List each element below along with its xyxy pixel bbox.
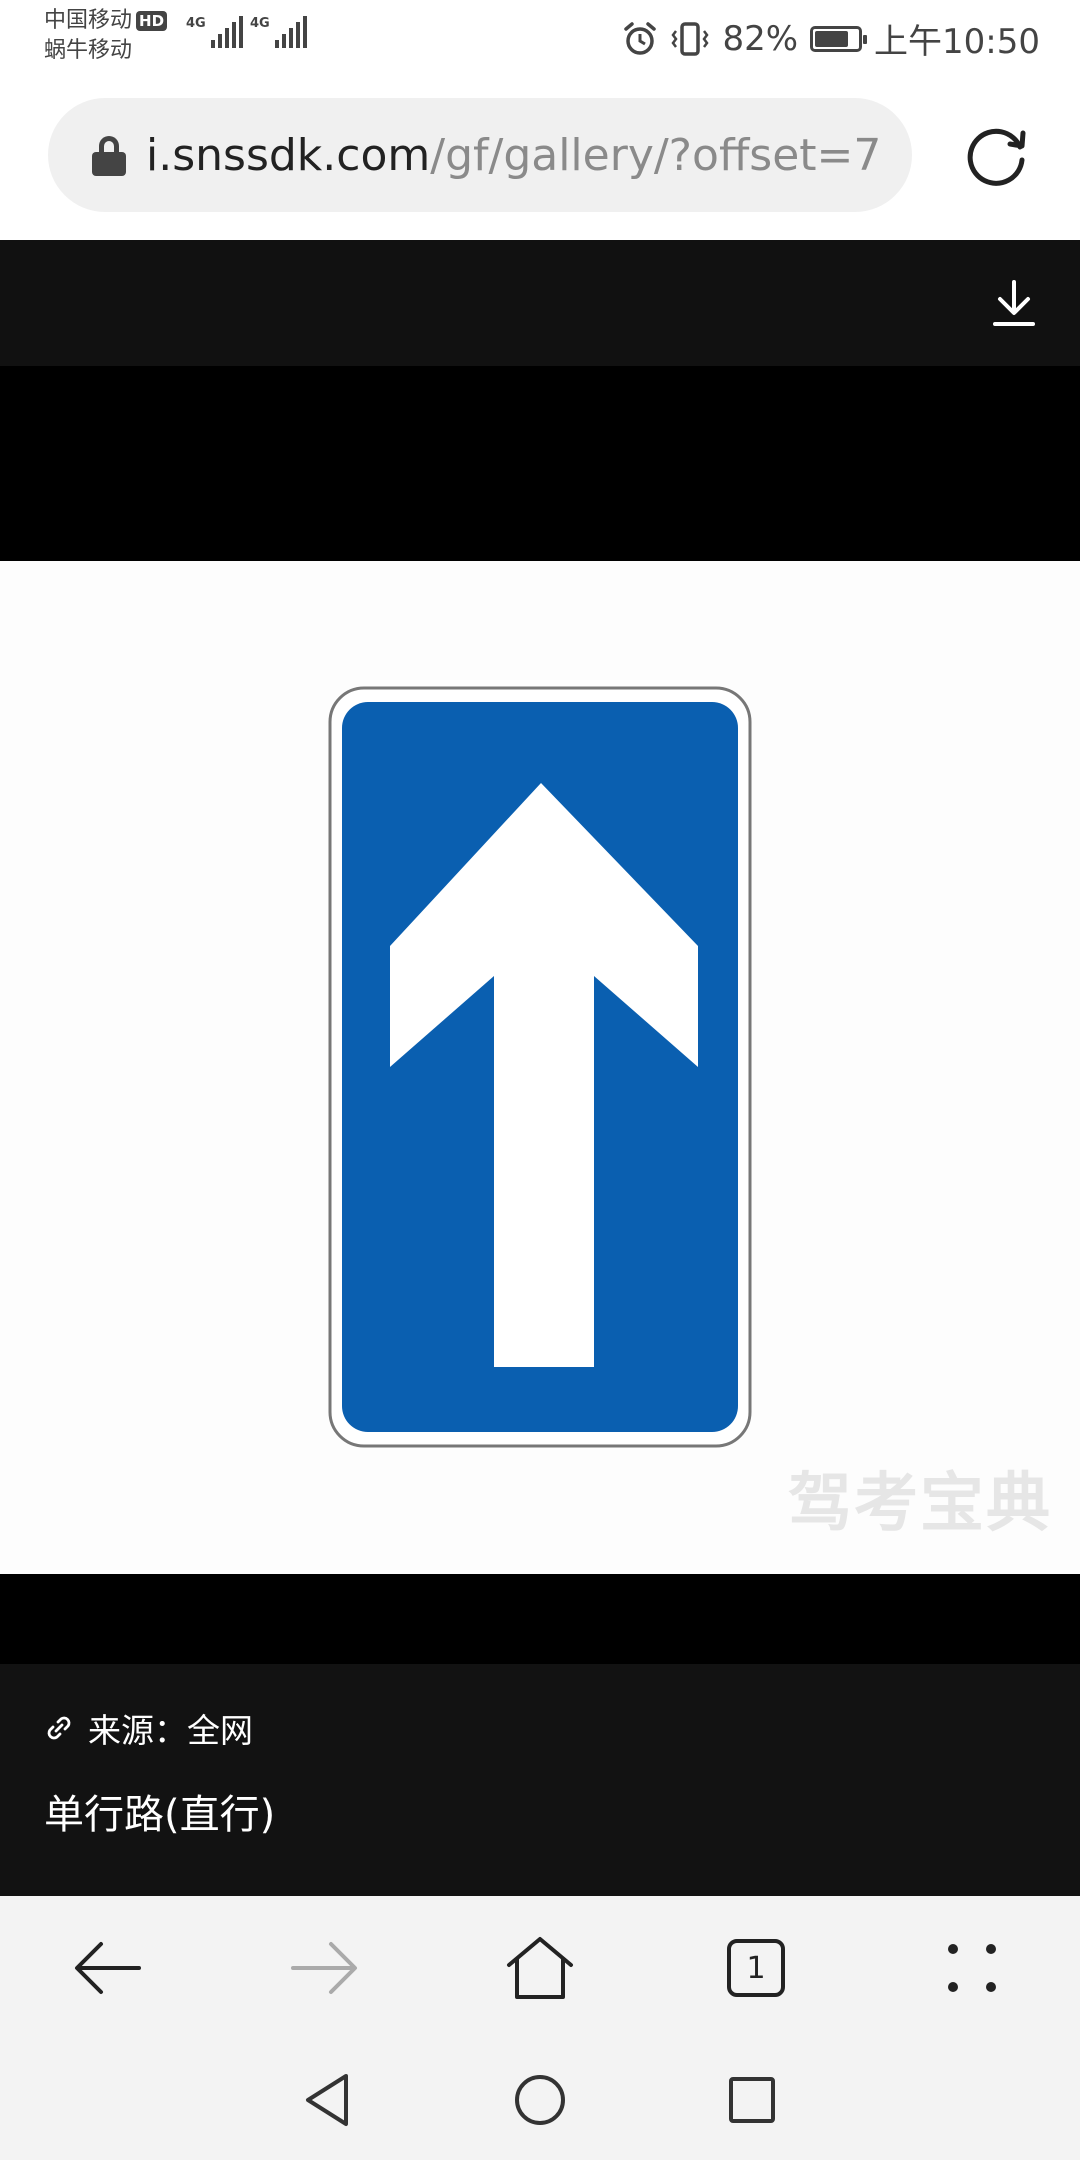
watermark: 驾考宝典 bbox=[788, 1467, 1052, 1541]
one-way-straight-sign-icon bbox=[328, 686, 752, 1448]
triangle-back-icon bbox=[306, 2074, 348, 2126]
vibrate-icon bbox=[671, 21, 709, 56]
carrier-info: 中国移动 HD 蜗牛移动 bbox=[44, 6, 168, 66]
menu-dots-icon bbox=[948, 1944, 996, 1992]
home-button[interactable] bbox=[490, 1918, 590, 2018]
browser-navigation-bar: 1 bbox=[0, 1896, 1080, 2040]
tabs-button[interactable]: 1 bbox=[706, 1918, 806, 2018]
gallery-image[interactable]: 驾考宝典 bbox=[0, 561, 1080, 1574]
url-path: /gf/gallery/?offset=7 bbox=[430, 129, 882, 181]
url-text: i.snssdk.com/gf/gallery/?offset=7 bbox=[146, 130, 881, 181]
network-type-1: 4G bbox=[186, 16, 206, 31]
network-type-2: 4G bbox=[250, 16, 270, 31]
status-bar: 中国移动 HD 蜗牛移动 4G 4G 82% 上午10:50 bbox=[0, 0, 1080, 80]
hd-badge: HD bbox=[136, 11, 168, 31]
menu-button[interactable] bbox=[922, 1918, 1022, 2018]
status-right: 82% 上午10:50 bbox=[622, 14, 1040, 63]
browser-address-bar: i.snssdk.com/gf/gallery/?offset=7 bbox=[0, 80, 1080, 240]
forward-arrow-icon bbox=[291, 1942, 357, 1994]
gallery-toolbar bbox=[0, 240, 1080, 366]
tab-count: 1 bbox=[727, 1939, 785, 1997]
battery-percent: 82% bbox=[722, 18, 799, 59]
image-caption: 来源：全网 单行路(直行) bbox=[0, 1664, 1080, 1896]
system-recents-button[interactable] bbox=[716, 2064, 788, 2136]
carrier-secondary: 蜗牛移动 bbox=[44, 38, 133, 63]
image-title: 单行路(直行) bbox=[44, 1792, 276, 1838]
square-recents-icon bbox=[729, 2077, 775, 2123]
clock: 上午10:50 bbox=[874, 22, 1040, 62]
url-field[interactable]: i.snssdk.com/gf/gallery/?offset=7 bbox=[48, 98, 912, 212]
forward-button[interactable] bbox=[274, 1918, 374, 2018]
system-home-button[interactable] bbox=[504, 2064, 576, 2136]
signal-icon: 4G bbox=[186, 16, 243, 48]
source-link[interactable]: 来源：全网 bbox=[44, 1704, 253, 1752]
carrier-primary: 中国移动 bbox=[44, 8, 133, 33]
lock-icon bbox=[92, 136, 126, 176]
home-icon bbox=[507, 1937, 573, 1999]
back-button[interactable] bbox=[58, 1918, 158, 2018]
system-navigation-bar bbox=[0, 2040, 1080, 2160]
reload-icon[interactable] bbox=[962, 120, 1032, 190]
alarm-icon bbox=[624, 21, 657, 55]
source-label: 来源：全网 bbox=[88, 1711, 253, 1750]
back-arrow-icon bbox=[75, 1942, 141, 1994]
circle-home-icon bbox=[515, 2075, 565, 2125]
link-icon bbox=[47, 1716, 71, 1740]
download-icon[interactable] bbox=[988, 278, 1040, 330]
system-back-button[interactable] bbox=[292, 2064, 364, 2136]
battery-icon bbox=[810, 25, 868, 52]
signal-icon-2: 4G bbox=[250, 16, 307, 48]
url-host: i.snssdk.com bbox=[146, 129, 431, 181]
